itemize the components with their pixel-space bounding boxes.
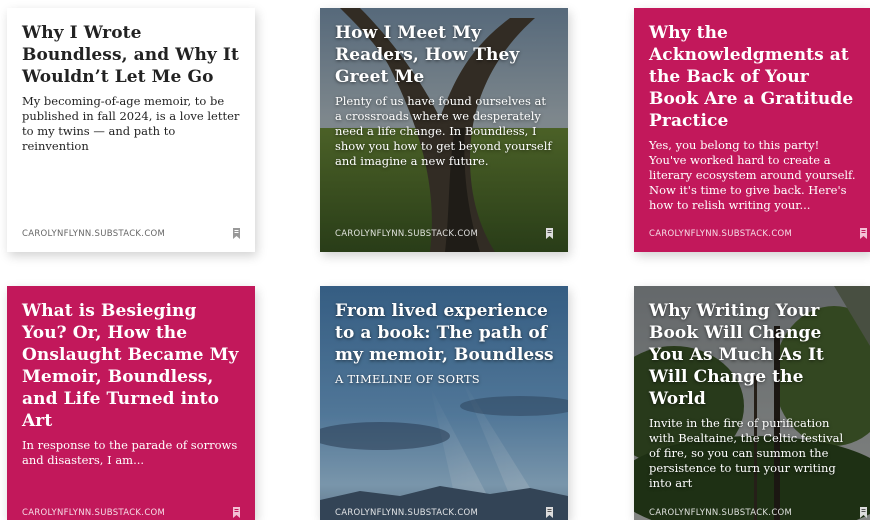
post-title[interactable]: How I Meet My Readers, How They Greet Me [335, 22, 554, 88]
post-description: My becoming-of-age memoir, to be publish… [22, 94, 240, 153]
bookmark-icon[interactable] [545, 228, 554, 239]
post-title[interactable]: From lived experience to a book: The pat… [335, 300, 554, 366]
post-card-3[interactable]: Why the Acknowledgments at the Back of Y… [634, 8, 870, 252]
post-source[interactable]: CAROLYNFLYNN.SUBSTACK.COM [649, 229, 792, 239]
post-description: Invite in the fire of purification with … [649, 416, 844, 490]
post-subtitle: A TIMELINE OF SORTS [335, 372, 480, 386]
post-description: Plenty of us have found ourselves at a c… [335, 94, 552, 168]
post-source[interactable]: CAROLYNFLYNN.SUBSTACK.COM [22, 508, 165, 518]
post-title[interactable]: Why Writing Your Book Will Change You As… [649, 300, 856, 410]
post-card-6[interactable]: Why Writing Your Book Will Change You As… [634, 286, 870, 520]
post-card-5[interactable]: From lived experience to a book: The pat… [320, 286, 568, 520]
bookmark-icon[interactable] [859, 507, 868, 518]
bookmark-icon[interactable] [859, 228, 868, 239]
post-title[interactable]: Why the Acknowledgments at the Back of Y… [649, 22, 856, 132]
post-source[interactable]: CAROLYNFLYNN.SUBSTACK.COM [22, 229, 165, 239]
post-description: Yes, you belong to this party! You've wo… [649, 138, 856, 212]
post-source[interactable]: CAROLYNFLYNN.SUBSTACK.COM [335, 508, 478, 518]
post-card-2[interactable]: How I Meet My Readers, How They Greet Me… [320, 8, 568, 252]
post-title[interactable]: Why I Wrote Boundless, and Why It Wouldn… [22, 22, 241, 88]
post-card-4[interactable]: What is Besieging You? Or, How the Onsla… [7, 286, 255, 520]
bookmark-icon[interactable] [232, 228, 241, 239]
bookmark-icon[interactable] [545, 507, 554, 518]
post-card-1[interactable]: Why I Wrote Boundless, and Why It Wouldn… [7, 8, 255, 252]
post-description: In response to the parade of sorrows and… [22, 438, 238, 467]
post-title[interactable]: What is Besieging You? Or, How the Onsla… [22, 300, 241, 432]
bookmark-icon[interactable] [232, 507, 241, 518]
post-source[interactable]: CAROLYNFLYNN.SUBSTACK.COM [335, 229, 478, 239]
post-source[interactable]: CAROLYNFLYNN.SUBSTACK.COM [649, 508, 792, 518]
